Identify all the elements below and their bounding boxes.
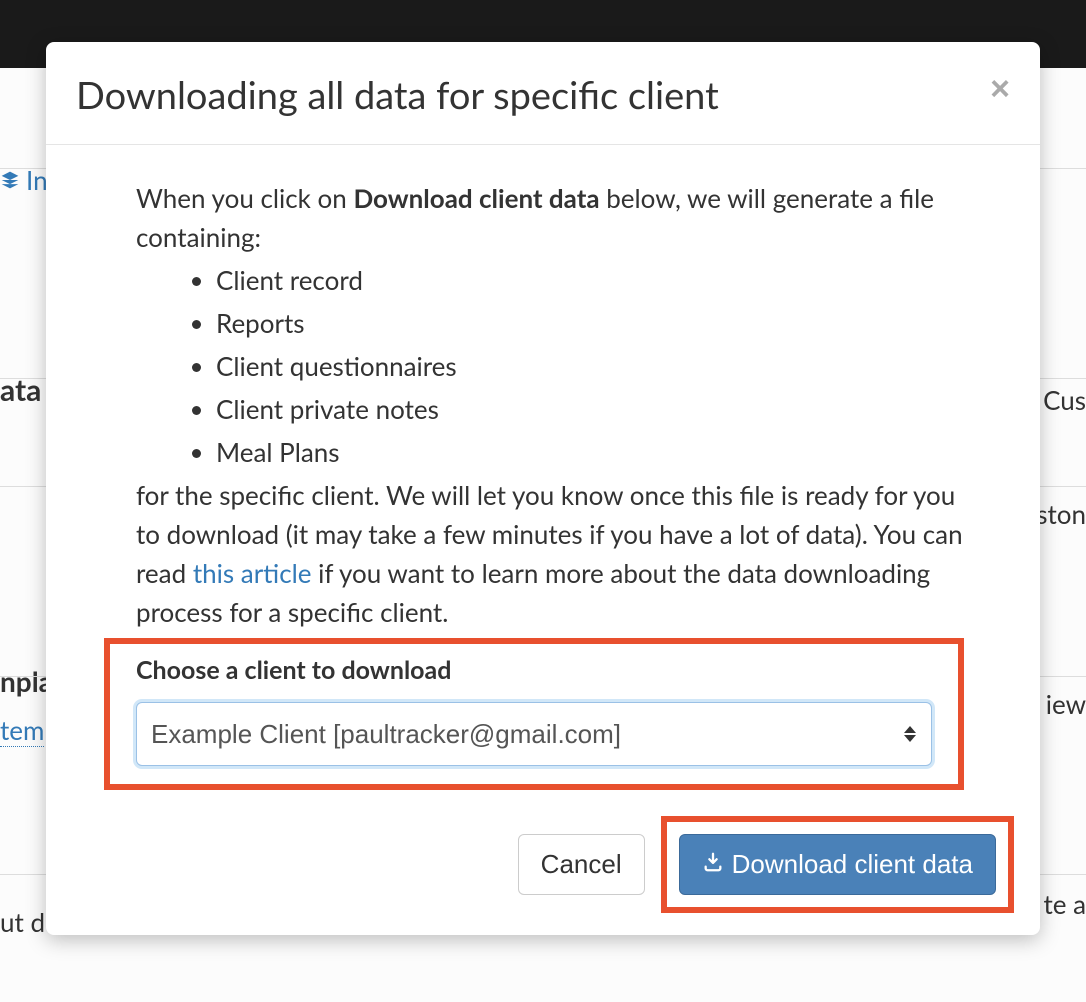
intro-prefix: When you click on xyxy=(136,182,353,214)
cancel-button-label: Cancel xyxy=(541,849,622,880)
modal-header: Downloading all data for specific client… xyxy=(46,42,1040,145)
bg-text-right-2: ston xyxy=(1036,498,1086,530)
article-link[interactable]: this article xyxy=(193,557,312,589)
download-button-highlight: Download client data xyxy=(661,816,1014,913)
bg-text-right-4: te a xyxy=(1043,888,1086,920)
file-contents-list: Client record Reports Client questionnai… xyxy=(216,261,964,472)
download-client-data-modal: Downloading all data for specific client… xyxy=(46,42,1040,935)
download-button-label: Download client data xyxy=(732,849,973,880)
close-button[interactable]: × xyxy=(990,72,1010,106)
list-item: Meal Plans xyxy=(216,433,964,472)
download-icon xyxy=(702,849,724,880)
list-item: Client questionnaires xyxy=(216,347,964,386)
modal-footer: Cancel Download client data xyxy=(46,800,1040,935)
download-client-data-button[interactable]: Download client data xyxy=(679,834,996,895)
client-select-label: Choose a client to download xyxy=(136,652,932,690)
bg-text-right-3: iew xyxy=(1046,688,1086,720)
bg-heading-2: npla xyxy=(0,664,53,698)
modal-body: When you click on Download client data b… xyxy=(46,145,1040,800)
list-item: Reports xyxy=(216,304,964,343)
intro-bold: Download client data xyxy=(353,182,599,214)
close-icon: × xyxy=(990,70,1010,108)
info-paragraph: for the specific client. We will let you… xyxy=(136,476,964,632)
cancel-button[interactable]: Cancel xyxy=(518,834,645,895)
bg-text-right-1: Cus xyxy=(1043,384,1086,416)
list-item: Client private notes xyxy=(216,390,964,429)
client-select-highlight: Choose a client to download Example Clie… xyxy=(104,638,964,790)
bg-link: tem xyxy=(0,714,44,747)
client-select[interactable]: Example Client [paultracker@gmail.com] xyxy=(136,702,932,766)
intro-paragraph: When you click on Download client data b… xyxy=(136,179,964,257)
list-item: Client record xyxy=(216,261,964,300)
client-select-wrapper: Example Client [paultracker@gmail.com] xyxy=(136,702,932,766)
modal-title: Downloading all data for specific client xyxy=(76,72,719,118)
